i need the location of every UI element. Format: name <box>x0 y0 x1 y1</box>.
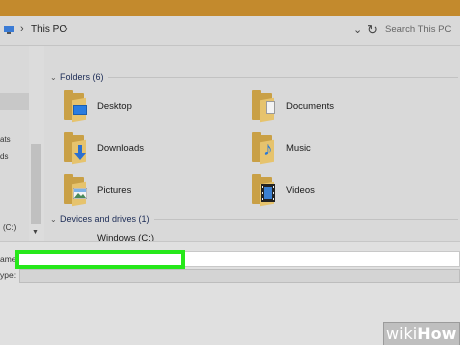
this-pc-icon <box>4 26 14 34</box>
music-folder-icon[interactable]: ♪ <box>252 132 282 165</box>
file-type-select[interactable] <box>19 269 460 283</box>
wikihow-watermark: wikiHow <box>386 324 456 343</box>
watermark-how: How <box>417 324 457 343</box>
folder-label[interactable]: Music <box>286 143 311 154</box>
downloads-folder-icon[interactable] <box>64 132 94 165</box>
nav-selected-item[interactable] <box>0 93 29 110</box>
chevron-right-icon[interactable]: › <box>20 23 24 35</box>
nav-scrollbar[interactable]: ▼ <box>29 46 44 241</box>
desktop-overlay <box>73 105 87 115</box>
file-name-highlight[interactable] <box>15 250 185 269</box>
chevron-down-icon: ⌄ <box>50 73 57 82</box>
music-note-icon: ♪ <box>263 139 273 160</box>
address-bar: › This PC › ⌄ ↻ Search This PC <box>0 16 460 46</box>
nav-scrollbar-thumb[interactable] <box>31 144 41 224</box>
desktop-folder-icon[interactable] <box>64 90 94 123</box>
folders-section-label: Folders (6) <box>60 72 104 82</box>
folder-label[interactable]: Desktop <box>97 101 132 112</box>
devices-section-header[interactable]: ⌄ Devices and drives (1) <box>50 214 150 224</box>
devices-section-label: Devices and drives (1) <box>60 214 150 224</box>
watermark-wiki: wiki <box>386 324 418 343</box>
scroll-down-arrow-icon[interactable]: ▼ <box>32 229 39 236</box>
chevron-right-icon[interactable]: › <box>64 23 68 35</box>
document-overlay <box>266 101 275 114</box>
save-panel: ame: ype: wikiHow <box>0 241 460 345</box>
refresh-icon[interactable]: ↻ <box>367 22 378 38</box>
section-divider <box>108 77 458 78</box>
folder-label[interactable]: Pictures <box>97 185 131 196</box>
picture-overlay-icon <box>73 188 87 199</box>
nav-item-fragment[interactable]: ds <box>0 152 8 161</box>
download-arrow-icon <box>74 145 86 160</box>
file-list: ⌄ Folders (6) Desktop Documents Downloads… <box>44 46 460 244</box>
chevron-down-icon[interactable]: ⌄ <box>353 23 362 36</box>
videos-folder-icon[interactable] <box>252 174 282 207</box>
nav-item-fragment[interactable]: (C:) <box>3 223 16 232</box>
search-placeholder: Search This PC <box>385 24 452 35</box>
pictures-folder-icon[interactable] <box>64 174 94 207</box>
folder-label[interactable]: Videos <box>286 185 315 196</box>
film-strip-icon <box>261 184 275 202</box>
search-input[interactable]: Search This PC <box>382 21 460 41</box>
documents-folder-icon[interactable] <box>252 90 282 123</box>
title-bar <box>0 0 460 16</box>
folder-label[interactable]: Downloads <box>97 143 144 154</box>
file-type-label: ype: <box>0 270 17 280</box>
navigation-pane: ats ds (C:) ▼ <box>0 46 44 241</box>
folder-label[interactable]: Documents <box>286 101 334 112</box>
chevron-down-icon: ⌄ <box>50 215 57 224</box>
nav-item-fragment[interactable]: ats <box>0 135 11 144</box>
breadcrumb-this-pc[interactable]: This PC <box>31 24 67 35</box>
folders-section-header[interactable]: ⌄ Folders (6) <box>50 72 104 82</box>
section-divider <box>154 219 458 220</box>
